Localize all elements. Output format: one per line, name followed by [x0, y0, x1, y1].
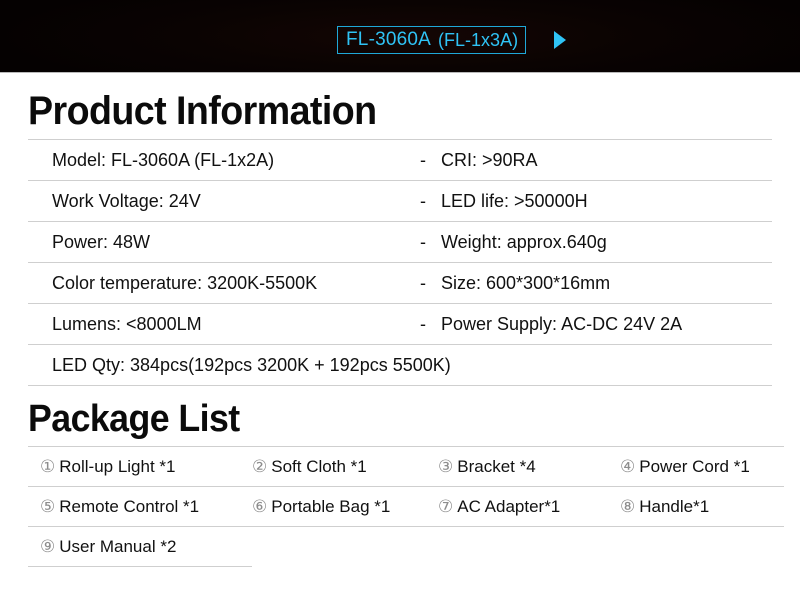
table-row: Model: FL-3060A (FL-1x2A) - CRI: >90RA	[28, 139, 772, 181]
item-label: Roll-up Light *1	[59, 456, 176, 476]
page-content: Product Information Model: FL-3060A (FL-…	[0, 73, 800, 567]
spec-right-value: Size: 600*300*16mm	[439, 262, 772, 304]
item-label: Portable Bag *1	[271, 496, 391, 516]
table-row: Power: 48W - Weight: approx.640g	[28, 221, 772, 263]
banner-variant-text: (FL-1x3A)	[438, 29, 519, 50]
spec-left-value: Work Voltage: 24V	[28, 180, 407, 222]
list-item-empty	[620, 527, 784, 567]
spec-dash-separator: -	[407, 303, 439, 345]
spec-left-value: Lumens: <8000LM	[28, 303, 407, 345]
list-item: ④ Power Cord *1	[620, 446, 784, 487]
list-item: ① Roll-up Light *1	[28, 446, 252, 487]
item-number-icon: ⑦	[438, 496, 454, 516]
item-number-icon: ③	[438, 456, 454, 476]
spec-right-value: Power Supply: AC-DC 24V 2A	[439, 303, 772, 345]
list-row: ⑤ Remote Control *1 ⑥ Portable Bag *1 ⑦ AC …	[28, 486, 784, 527]
item-number-icon: ⑨	[40, 536, 56, 556]
banner-model-text: FL-3060A	[346, 29, 432, 50]
product-information-table: Model: FL-3060A (FL-1x2A) - CRI: >90RA W…	[28, 139, 772, 386]
package-list-heading: Package List	[28, 398, 240, 440]
list-item-empty	[252, 527, 438, 567]
spec-led-qty-value: LED Qty: 384pcs(192pcs 3200K + 192pcs 55…	[28, 344, 772, 386]
spec-dash-separator: -	[407, 221, 439, 263]
item-number-icon: ⑥	[252, 496, 268, 516]
list-row: ① Roll-up Light *1 ② Soft Cloth *1 ③ Bracke…	[28, 446, 784, 487]
list-item: ⑤ Remote Control *1	[28, 486, 252, 527]
product-information-heading: Product Information	[28, 89, 377, 133]
list-row: ⑨ User Manual *2	[28, 526, 784, 567]
spec-right-value: Weight: approx.640g	[439, 221, 772, 263]
item-label: Soft Cloth *1	[271, 456, 367, 476]
model-badge: FL-3060A (FL-1x3A)	[337, 26, 527, 54]
product-banner: FL-3060A (FL-1x3A)	[0, 0, 800, 72]
table-row: Color temperature: 3200K-5500K - Size: 6…	[28, 262, 772, 304]
item-label: Remote Control *1	[59, 496, 200, 516]
list-item: ⑧ Handle*1	[620, 486, 784, 527]
list-item: ⑥ Portable Bag *1	[252, 486, 438, 527]
item-label: Handle*1	[639, 496, 710, 516]
table-row: LED Qty: 384pcs(192pcs 3200K + 192pcs 55…	[28, 344, 772, 386]
item-label: Bracket *4	[457, 456, 536, 476]
spec-dash-separator: -	[407, 180, 439, 222]
spec-right-value: CRI: >90RA	[439, 139, 772, 181]
list-item: ② Soft Cloth *1	[252, 446, 438, 487]
item-label: AC Adapter*1	[457, 496, 561, 516]
table-row: Lumens: <8000LM - Power Supply: AC-DC 24…	[28, 303, 772, 345]
list-item: ⑨ User Manual *2	[28, 526, 252, 567]
list-item: ③ Bracket *4	[438, 446, 620, 487]
list-item: ⑦ AC Adapter*1	[438, 486, 620, 527]
item-number-icon: ①	[40, 456, 56, 476]
table-row: Work Voltage: 24V - LED life: >50000H	[28, 180, 772, 222]
spec-left-value: Model: FL-3060A (FL-1x2A)	[28, 139, 407, 181]
item-number-icon: ⑤	[40, 496, 56, 516]
spec-right-value: LED life: >50000H	[439, 180, 772, 222]
spec-left-value: Power: 48W	[28, 221, 407, 263]
play-triangle-icon	[554, 31, 566, 49]
spec-dash-separator: -	[407, 139, 439, 181]
item-number-icon: ⑧	[620, 496, 636, 516]
item-number-icon: ④	[620, 456, 636, 476]
item-label: User Manual *2	[59, 536, 177, 556]
spec-left-value: Color temperature: 3200K-5500K	[28, 262, 407, 304]
spec-dash-separator: -	[407, 262, 439, 304]
item-label: Power Cord *1	[639, 456, 750, 476]
list-item-empty	[438, 527, 620, 567]
item-number-icon: ②	[252, 456, 268, 476]
package-list-table: ① Roll-up Light *1 ② Soft Cloth *1 ③ Bracke…	[28, 446, 784, 567]
